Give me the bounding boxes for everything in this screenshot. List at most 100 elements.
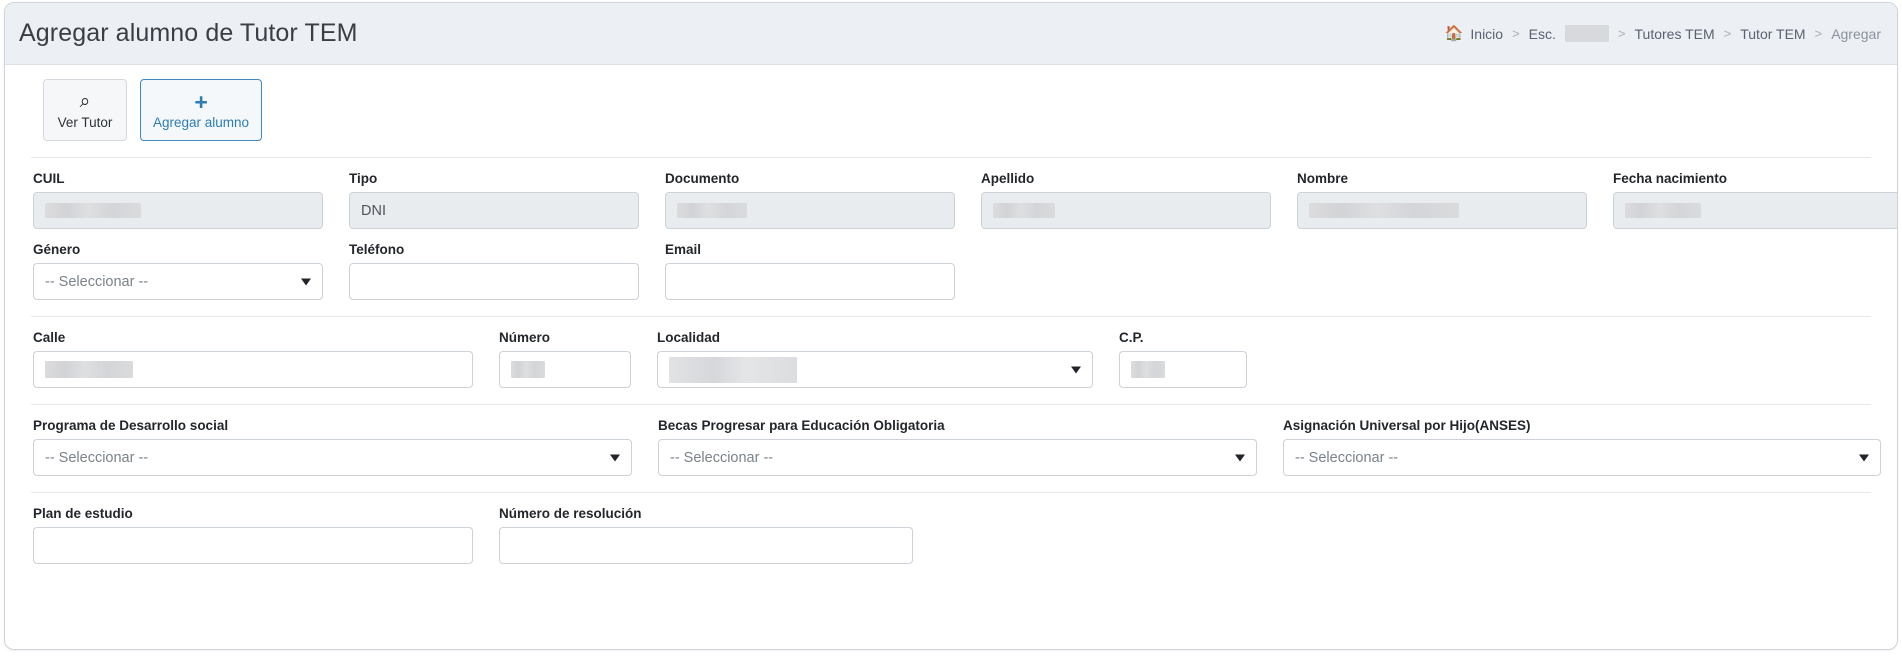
breadcrumb-item-tutor-tem[interactable]: Tutor TEM — [1740, 26, 1805, 42]
field-apellido: Apellido — [981, 171, 1297, 229]
field-calle: Calle — [33, 330, 499, 388]
form-row-3: Calle Número Localidad C.P. — [33, 317, 1869, 388]
input-cuil[interactable] — [33, 192, 323, 229]
search-icon: ⌕ — [79, 91, 91, 112]
ver-tutor-label: Ver Tutor — [57, 115, 113, 130]
label-tipo: Tipo — [349, 171, 378, 186]
asignacion-universal-hijo-value: -- Seleccionar -- — [1295, 449, 1399, 466]
field-localidad: Localidad — [657, 330, 1119, 388]
breadcrumb-separator: > — [1814, 26, 1823, 41]
field-telefono: Teléfono — [349, 242, 665, 300]
label-nombre: Nombre — [1297, 171, 1349, 186]
label-cuil: CUIL — [33, 171, 65, 186]
form-row-5: Plan de estudio Número de resolución — [33, 493, 1869, 564]
form-section-identidad: CUIL Tipo DNI Documento Apellido Nombre … — [5, 158, 1897, 300]
apellido-redacted-value — [993, 203, 1055, 218]
chevron-down-icon — [301, 278, 311, 285]
select-genero[interactable]: -- Seleccionar -- — [33, 263, 323, 300]
input-apellido[interactable] — [981, 192, 1271, 229]
label-numero-resolucion: Número de resolución — [499, 506, 642, 521]
form-section-programas: Programa de Desarrollo social -- Selecci… — [5, 405, 1897, 476]
label-telefono: Teléfono — [349, 242, 405, 257]
home-icon: 🏠 — [1444, 25, 1464, 42]
input-fecha-nacimiento[interactable] — [1613, 192, 1897, 229]
form-card: Agregar alumno de Tutor TEM 🏠 Inicio > E… — [4, 2, 1898, 650]
chevron-down-icon — [1235, 454, 1245, 461]
breadcrumb: 🏠 Inicio > Esc. > Tutores TEM > Tutor TE… — [1445, 25, 1881, 42]
card-header: Agregar alumno de Tutor TEM 🏠 Inicio > E… — [5, 3, 1897, 65]
label-cp: C.P. — [1119, 330, 1144, 345]
genero-value: -- Seleccionar -- — [45, 273, 149, 290]
ver-tutor-button[interactable]: ⌕ Ver Tutor — [43, 79, 127, 141]
input-tipo[interactable]: DNI — [349, 192, 639, 229]
input-nombre[interactable] — [1297, 192, 1587, 229]
input-telefono[interactable] — [349, 263, 639, 300]
field-numero: Número — [499, 330, 657, 388]
field-numero-resolucion: Número de resolución — [499, 506, 939, 564]
select-programa-desarrollo-social[interactable]: -- Seleccionar -- — [33, 439, 632, 476]
label-apellido: Apellido — [981, 171, 1035, 186]
documento-redacted-value — [677, 203, 747, 218]
form-body: CUIL Tipo DNI Documento Apellido Nombre … — [5, 158, 1897, 564]
fecha-nacimiento-redacted-value — [1625, 203, 1701, 218]
breadcrumb-item-escuela[interactable]: Esc. — [1529, 26, 1556, 42]
field-cuil: CUIL — [33, 171, 349, 229]
field-tipo: Tipo DNI — [349, 171, 665, 229]
select-localidad[interactable] — [657, 351, 1093, 388]
input-calle[interactable] — [33, 351, 473, 388]
label-asignacion-universal-hijo: Asignación Universal por Hijo(ANSES) — [1283, 418, 1531, 433]
label-programa-desarrollo-social: Programa de Desarrollo social — [33, 418, 229, 433]
plus-icon: + — [194, 89, 208, 115]
input-numero[interactable] — [499, 351, 631, 388]
breadcrumb-escuela-redacted — [1564, 25, 1609, 42]
label-localidad: Localidad — [657, 330, 721, 345]
field-becas-progresar: Becas Progresar para Educación Obligator… — [658, 418, 1283, 476]
form-row-4: Programa de Desarrollo social -- Selecci… — [33, 405, 1881, 476]
form-section-plan: Plan de estudio Número de resolución — [5, 493, 1897, 564]
nombre-redacted-value — [1309, 203, 1459, 218]
agregar-alumno-label: Agregar alumno — [153, 115, 250, 130]
input-numero-resolucion[interactable] — [499, 527, 913, 564]
label-becas-progresar: Becas Progresar para Educación Obligator… — [658, 418, 945, 433]
programa-desarrollo-social-value: -- Seleccionar -- — [45, 449, 149, 466]
label-plan-de-estudio: Plan de estudio — [33, 506, 133, 521]
localidad-redacted-value — [669, 356, 797, 383]
breadcrumb-separator: > — [1512, 26, 1520, 41]
label-numero: Número — [499, 330, 551, 345]
label-fecha-nacimiento: Fecha nacimiento — [1613, 171, 1728, 186]
becas-progresar-value: -- Seleccionar -- — [670, 449, 774, 466]
form-section-domicilio: Calle Número Localidad C.P. — [5, 317, 1897, 388]
input-cp[interactable] — [1119, 351, 1247, 388]
breadcrumb-item-inicio[interactable]: Inicio — [1470, 26, 1503, 42]
field-cp: C.P. — [1119, 330, 1273, 388]
label-calle: Calle — [33, 330, 66, 345]
numero-redacted-value — [511, 361, 545, 378]
field-asignacion-universal-hijo: Asignación Universal por Hijo(ANSES) -- … — [1283, 418, 1881, 476]
select-becas-progresar[interactable]: -- Seleccionar -- — [658, 439, 1257, 476]
field-plan-de-estudio: Plan de estudio — [33, 506, 499, 564]
tipo-value: DNI — [361, 202, 386, 219]
input-email[interactable] — [665, 263, 955, 300]
label-documento: Documento — [665, 171, 740, 186]
select-asignacion-universal-hijo[interactable]: -- Seleccionar -- — [1283, 439, 1881, 476]
chevron-down-icon — [1859, 454, 1869, 461]
label-genero: Género — [33, 242, 81, 257]
chevron-down-icon — [1071, 366, 1081, 373]
form-row-1: CUIL Tipo DNI Documento Apellido Nombre … — [33, 158, 1897, 229]
breadcrumb-item-agregar: Agregar — [1831, 25, 1881, 42]
chevron-down-icon — [610, 454, 620, 461]
label-email: Email — [665, 242, 702, 257]
breadcrumb-separator: > — [1723, 26, 1732, 41]
input-documento[interactable] — [665, 192, 955, 229]
breadcrumb-item-tutores-tem[interactable]: Tutores TEM — [1635, 26, 1715, 42]
field-programa-desarrollo-social: Programa de Desarrollo social -- Selecci… — [33, 418, 658, 476]
field-genero: Género -- Seleccionar -- — [33, 242, 349, 300]
field-documento: Documento — [665, 171, 981, 229]
agregar-alumno-button[interactable]: + Agregar alumno — [140, 79, 263, 141]
field-nombre: Nombre — [1297, 171, 1613, 229]
input-plan-de-estudio[interactable] — [33, 527, 473, 564]
cp-redacted-value — [1131, 361, 1165, 378]
field-email: Email — [665, 242, 981, 300]
field-fecha-nacimiento: Fecha nacimiento — [1613, 171, 1897, 229]
cuil-redacted-value — [45, 203, 141, 218]
